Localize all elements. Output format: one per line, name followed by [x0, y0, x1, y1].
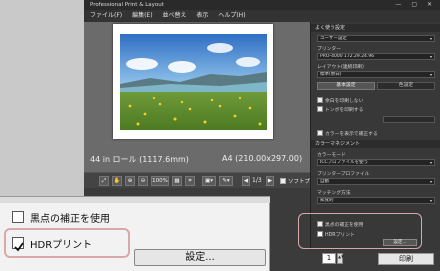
printer-profile-dropdown[interactable]: 自動 — [317, 178, 435, 185]
screenshot-root: { "app": { "title": "Professional Print … — [0, 0, 440, 271]
print-button[interactable]: 印刷 — [378, 253, 434, 265]
grid-icon[interactable]: ▦ — [172, 176, 182, 186]
printer-profile-label: プリンタープロファイル — [317, 172, 370, 177]
black-point-checkbox[interactable] — [12, 211, 24, 223]
title-bar: Professional Print & Layout — ▢ ✕ — [84, 0, 440, 10]
highlight-small — [298, 213, 422, 249]
zoomed-dialog-top-edge — [0, 197, 270, 203]
photo-preview[interactable] — [120, 34, 267, 130]
hand-tool-icon[interactable]: ✋ — [112, 176, 122, 186]
matching-method-label: マッチング方法 — [317, 191, 351, 196]
tab-basic-settings[interactable]: 基本設定 — [317, 82, 375, 90]
color-mode-label: カラーモード — [317, 153, 346, 158]
option-c-label: カラーを表示で補正する — [325, 132, 378, 137]
option-b-field[interactable] — [383, 116, 435, 123]
preview-toolbar: ⤢ ✋ ⊕ ⊖ 100% ▦ ⌗ ▣▾ ✎▾ ◀ 1/3 ▶ ソフトプルーフ — [84, 172, 326, 188]
copies-input[interactable]: 1 — [322, 253, 336, 264]
matching-method-dropdown[interactable]: 知覚的 — [317, 197, 435, 204]
option-a-label: 余白を印刷しない — [325, 99, 364, 104]
zoom-out-icon[interactable]: ⊖ — [138, 176, 148, 186]
menu-help[interactable]: ヘルプ(H) — [218, 12, 245, 19]
settings-button[interactable]: 設定... — [134, 249, 266, 266]
printer-dropdown[interactable]: PRO-4000 172.29.24.96 — [317, 53, 435, 60]
zoom-level[interactable]: 100% — [151, 176, 169, 186]
option-c-checkbox[interactable] — [317, 130, 323, 136]
color-picker-icon[interactable]: ✎▾ — [219, 176, 233, 186]
crop-icon[interactable]: ⌗ — [185, 176, 195, 186]
softproof-checkbox[interactable] — [280, 178, 286, 184]
option-b-checkbox[interactable] — [317, 106, 323, 112]
option-b-label: トンボを印刷する — [325, 108, 364, 113]
color-mode-dropdown[interactable]: ICCプロファイルを使う — [317, 159, 435, 166]
fit-icon[interactable]: ⤢ — [99, 176, 109, 186]
favorites-header[interactable]: よく使う設定 — [311, 24, 440, 32]
app-title: Professional Print & Layout — [90, 2, 164, 8]
prev-page-icon[interactable]: ◀ — [242, 176, 250, 186]
layout-dropdown[interactable]: 標準(余白) — [317, 71, 435, 78]
highlight-hdr — [4, 228, 130, 258]
paper-length-label: 44 in ロール (1117.6mm) — [90, 155, 189, 164]
menu-bar: ファイル(F) 編集(E) 並べ替え 表示 ヘルプ(H) — [84, 10, 440, 22]
copies-stepper[interactable]: ▲▼ — [337, 253, 344, 264]
option-a-checkbox[interactable] — [317, 97, 323, 103]
menu-edit[interactable]: 編集(E) — [132, 12, 152, 19]
layout-label: レイアウト(連続印刷) — [317, 65, 364, 70]
tab-color-settings[interactable]: 色設定 — [377, 82, 435, 90]
favorites-dropdown[interactable]: ユーザー設定 — [317, 35, 435, 42]
menu-file[interactable]: ファイル(F) — [90, 12, 122, 19]
menu-sort[interactable]: 並べ替え — [162, 12, 186, 19]
window-controls[interactable]: — ▢ ✕ — [395, 0, 436, 10]
next-page-icon[interactable]: ▶ — [266, 176, 274, 186]
color-management-header[interactable]: カラーマネジメント — [311, 140, 440, 148]
zoom-in-icon[interactable]: ⊕ — [125, 176, 135, 186]
printer-label: プリンター — [317, 47, 341, 52]
view-mode-icon[interactable]: ▣▾ — [202, 176, 216, 186]
menu-view[interactable]: 表示 — [196, 12, 208, 19]
paper-size-label: A4 (210.00x297.00) — [222, 154, 303, 163]
page-indicator: 1/3 — [252, 177, 262, 184]
black-point-label: 黒点の補正を使用 — [30, 214, 110, 225]
